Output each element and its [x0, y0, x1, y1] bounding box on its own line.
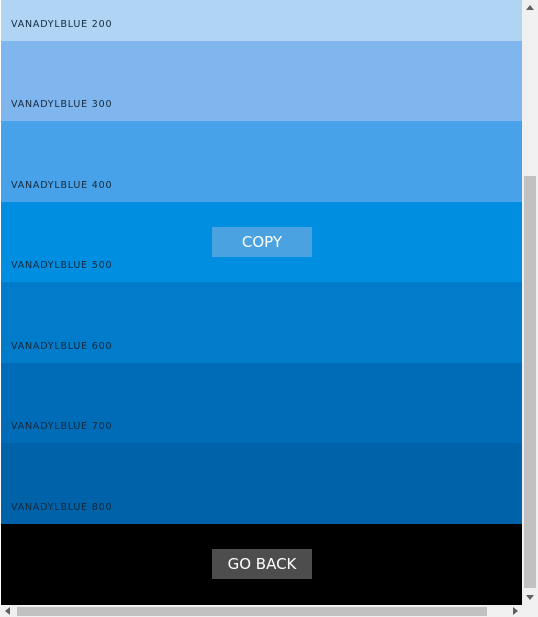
app-window: VANADYLBLUE 200 VANADYLBLUE 300 VANADYLBLU…: [0, 0, 538, 617]
vertical-scrollbar[interactable]: [522, 0, 538, 605]
copy-button[interactable]: COPY: [212, 227, 312, 257]
scroll-right-arrow-icon[interactable]: [508, 605, 522, 617]
footer-bar: GO BACK: [1, 524, 522, 605]
horizontal-scroll-thumb[interactable]: [17, 607, 487, 616]
swatch-label: VANADYLBLUE 300: [11, 99, 113, 110]
swatch-label: VANADYLBLUE 700: [11, 421, 113, 432]
swatch-label: VANADYLBLUE 800: [11, 501, 113, 513]
swatch-label: VANADYLBLUE 500: [11, 260, 113, 271]
go-back-button[interactable]: GO BACK: [212, 549, 312, 579]
color-swatch[interactable]: VANADYLBLUE 700: [1, 362, 522, 443]
scroll-down-arrow-icon[interactable]: [522, 589, 538, 605]
swatch-label: VANADYLBLUE 200: [11, 18, 113, 30]
scroll-left-arrow-icon[interactable]: [0, 605, 14, 617]
swatch-label: VANADYLBLUE 400: [11, 179, 113, 191]
color-swatch[interactable]: VANADYLBLUE 200: [1, 0, 522, 41]
color-swatch[interactable]: VANADYLBLUE 800: [1, 443, 522, 524]
color-swatch[interactable]: VANADYLBLUE 400: [1, 121, 522, 202]
content-viewport[interactable]: VANADYLBLUE 200 VANADYLBLUE 300 VANADYLBLU…: [0, 0, 522, 605]
swatch-label: VANADYLBLUE 600: [11, 340, 113, 352]
color-swatch[interactable]: VANADYLBLUE 300: [1, 40, 522, 121]
horizontal-scrollbar[interactable]: [0, 605, 522, 617]
scrollbar-corner: [522, 605, 538, 617]
vertical-scroll-thumb[interactable]: [524, 176, 536, 588]
color-swatch-list: VANADYLBLUE 200 VANADYLBLUE 300 VANADYLBLU…: [1, 0, 522, 604]
color-swatch[interactable]: VANADYLBLUE 600: [1, 282, 522, 363]
scroll-up-arrow-icon[interactable]: [522, 0, 538, 16]
